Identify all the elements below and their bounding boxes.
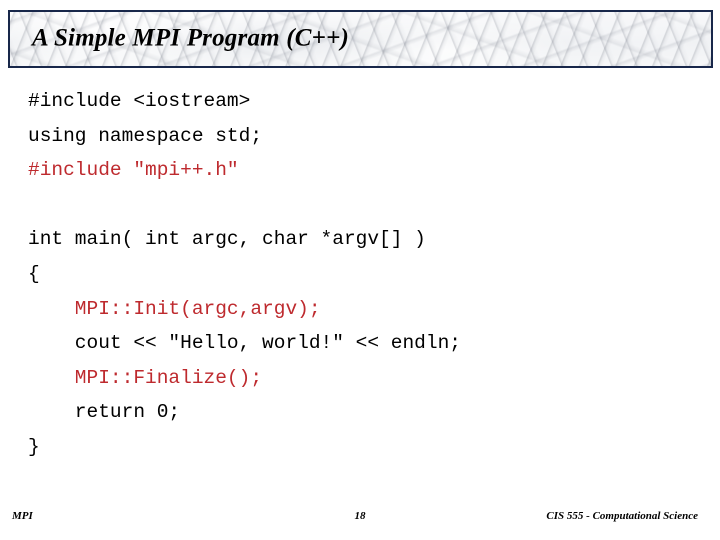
code-line: #include <iostream> (28, 90, 251, 112)
slide-footer: MPI 18 CIS 555 - Computational Science (0, 506, 720, 532)
slide-canvas: A Simple MPI Program (C++) #include <ios… (0, 0, 720, 540)
code-line: using namespace std; (28, 124, 263, 147)
code-listing: #include <iostream> using namespace std; #… (28, 84, 688, 465)
code-line: int main( int argc, char *argv[] ) (28, 228, 426, 251)
code-line: return 0; (28, 401, 181, 424)
page-title: A Simple MPI Program (C++) (32, 24, 350, 52)
code-line: } (28, 435, 40, 458)
code-line: { (28, 262, 40, 285)
slide-title-banner: A Simple MPI Program (C++) (8, 10, 713, 68)
footer-course-label: CIS 555 - Computational Science (546, 510, 698, 522)
code-line: #include "mpi++.h" (28, 159, 239, 182)
code-line: cout << "Hello, world!" << endln; (28, 332, 461, 355)
code-line: MPI::Finalize(); (28, 366, 263, 389)
code-line: MPI::Init(argc,argv); (28, 297, 321, 320)
